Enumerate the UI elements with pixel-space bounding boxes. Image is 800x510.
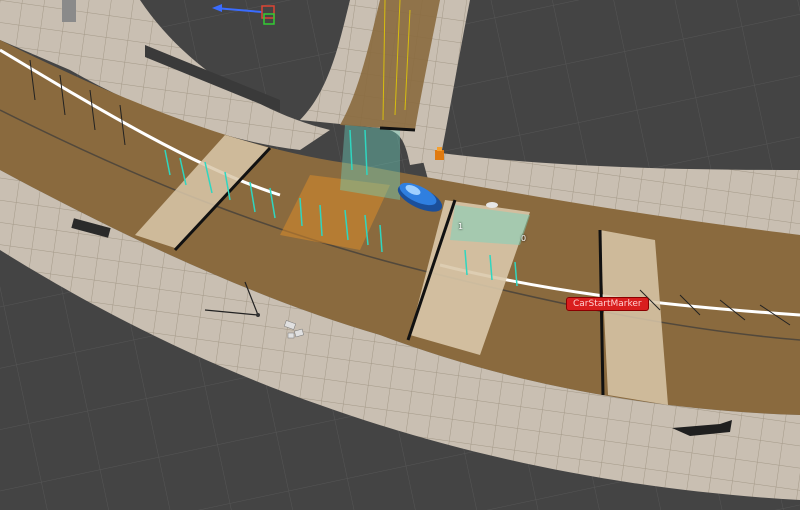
segment-boundary-top — [379, 126, 416, 132]
car-start-marker-label[interactable]: CarStartMarker — [566, 297, 649, 311]
scene-viewport[interactable]: 1 0 CarStartMarker — [0, 0, 800, 510]
segment-label-0: 0 — [521, 234, 527, 243]
small-object — [486, 202, 498, 208]
teal-overlay-top — [340, 125, 400, 200]
pole — [62, 0, 76, 22]
gizmo-anchor — [256, 313, 260, 317]
segment-label-1: 1 — [458, 222, 464, 231]
scene-canvas[interactable] — [0, 0, 800, 510]
